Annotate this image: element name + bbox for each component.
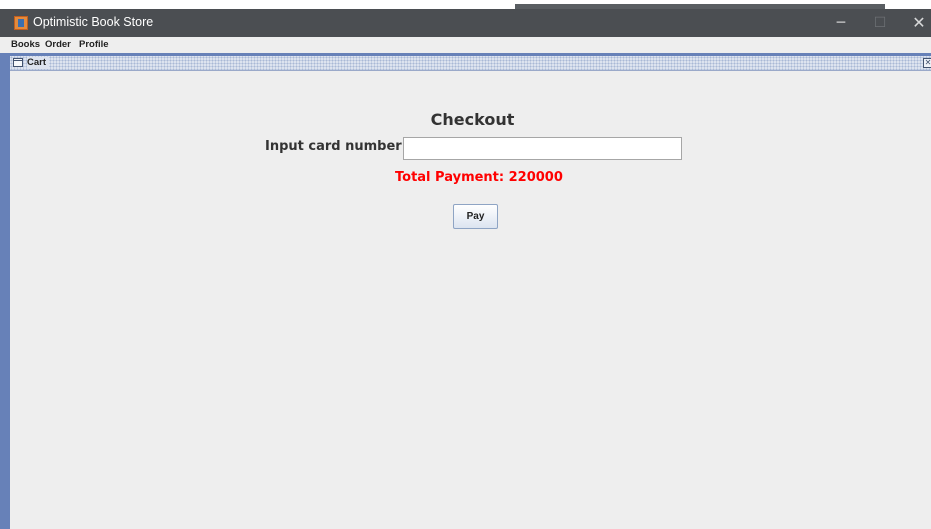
top-strip <box>0 0 931 9</box>
window-icon <box>13 58 23 67</box>
menu-profile[interactable]: Profile <box>79 39 109 50</box>
menu-books[interactable]: Books <box>11 39 40 50</box>
close-icon[interactable]: ✕ <box>923 58 931 68</box>
pay-button[interactable]: Pay <box>453 204 498 229</box>
menu-order[interactable]: Order <box>45 39 71 50</box>
window-title: Optimistic Book Store <box>33 15 154 29</box>
close-button[interactable]: ✕ <box>900 9 931 37</box>
maximize-button[interactable]: ☐ <box>861 9 899 37</box>
checkout-heading: Checkout <box>430 110 515 129</box>
java-cup-icon <box>14 16 28 30</box>
checkout-panel: Checkout Input card number: Total Paymen… <box>10 71 931 529</box>
desktop-pane: Cart ✕ Checkout Input card number: Total… <box>0 53 931 529</box>
cart-frame-title: Cart <box>27 57 50 69</box>
cart-frame-title-bar[interactable]: Cart ✕ <box>10 56 931 71</box>
card-number-input[interactable] <box>403 137 682 160</box>
menu-bar: Books Order Profile <box>0 37 931 53</box>
cart-frame: Cart ✕ Checkout Input card number: Total… <box>7 56 931 529</box>
total-payment-label: Total Payment: 220000 <box>395 170 563 185</box>
card-number-label: Input card number: <box>265 139 407 154</box>
title-bar: Optimistic Book Store ─ ☐ ✕ <box>0 9 931 37</box>
minimize-button[interactable]: ─ <box>822 9 860 37</box>
app-window: Optimistic Book Store ─ ☐ ✕ Books Order … <box>0 0 931 529</box>
